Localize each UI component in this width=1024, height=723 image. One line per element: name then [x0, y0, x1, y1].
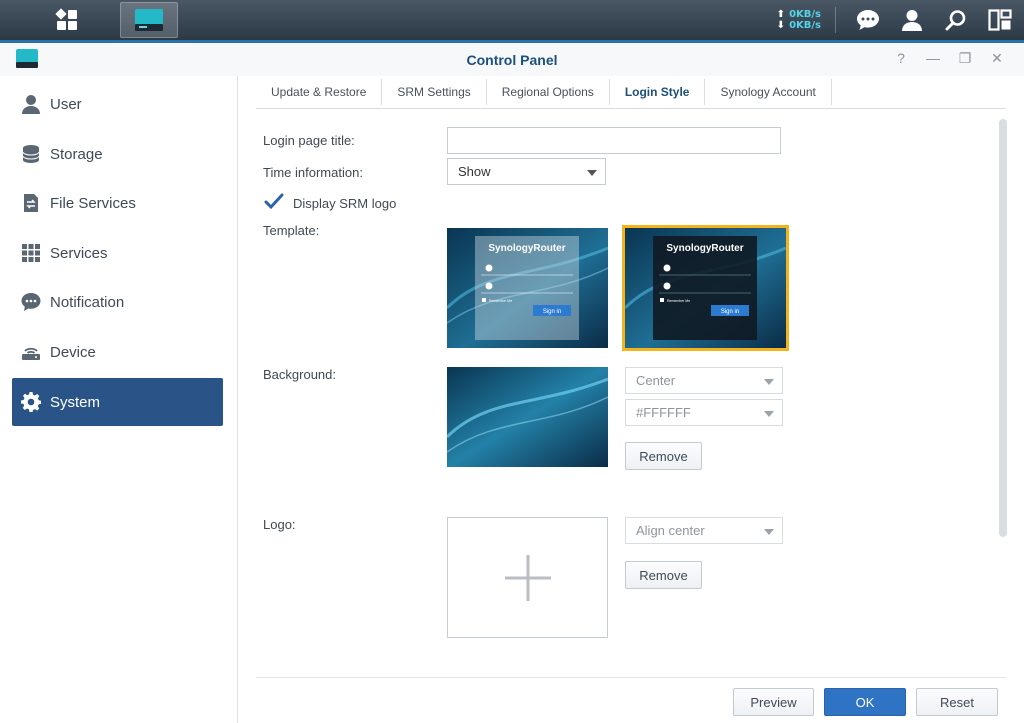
display-logo-checkbox[interactable]	[264, 193, 284, 211]
footer-divider	[256, 677, 1006, 678]
tab-srm-settings[interactable]: SRM Settings	[382, 79, 487, 105]
sidebar-item-services[interactable]: Services	[12, 229, 223, 277]
display-logo-label: Display SRM logo	[293, 196, 397, 211]
sidebar-item-notification[interactable]: Notification	[12, 278, 223, 326]
download-speed: 0KB/s	[789, 20, 821, 31]
template-light[interactable]: SynologyRouter Remember Me Sign in	[447, 228, 608, 348]
router-device-icon	[20, 341, 42, 363]
download-arrow-icon: ⬇	[776, 20, 786, 31]
template-dark[interactable]: SynologyRouter Remember Me Sign in	[622, 225, 789, 351]
sidebar-item-device[interactable]: Device	[12, 328, 223, 376]
chevron-down-icon	[764, 379, 774, 385]
sidebar-item-label: Storage	[50, 145, 103, 163]
main-menu-button[interactable]	[38, 2, 96, 38]
sidebar-item-label: Notification	[50, 293, 125, 311]
template-dark-preview: SynologyRouter Remember Me Sign in	[625, 228, 786, 348]
sidebar-item-label: Services	[50, 244, 108, 262]
user-menu-button[interactable]	[892, 0, 932, 40]
taskbar-control-panel[interactable]	[120, 2, 178, 38]
ok-button[interactable]: OK	[824, 688, 906, 716]
background-color-value: #FFFFFF	[636, 405, 691, 420]
taskbar-divider	[835, 7, 836, 33]
sidebar-item-user[interactable]: User	[12, 80, 223, 128]
file-services-icon	[20, 192, 42, 214]
sidebar-item-label: Device	[50, 343, 96, 361]
logo-remove-button[interactable]: Remove	[625, 561, 702, 589]
template-light-signin: Sign in	[543, 309, 561, 315]
time-info-value: Show	[458, 164, 491, 179]
services-grid-icon	[20, 242, 42, 264]
background-label: Background:	[263, 367, 336, 382]
logo-align-value: Align center	[636, 523, 705, 538]
minimize-icon[interactable]: —	[924, 50, 942, 67]
background-position-select[interactable]: Center	[625, 367, 783, 394]
control-panel-window: Control Panel ? — ❐ ✕ User Storage File …	[0, 40, 1024, 723]
tab-regional-options[interactable]: Regional Options	[487, 79, 610, 105]
template-dark-remember: Remember Me	[667, 299, 690, 303]
main-menu-icon	[55, 8, 77, 30]
chevron-down-icon	[764, 411, 774, 417]
sidebar-item-system[interactable]: System	[12, 378, 223, 426]
sidebar-item-file-services[interactable]: File Services	[12, 179, 223, 227]
tab-update-restore[interactable]: Update & Restore	[256, 79, 383, 105]
chat-icon	[857, 10, 879, 30]
background-thumbnail[interactable]	[447, 367, 608, 467]
login-title-label: Login page title:	[263, 133, 355, 148]
logo-align-select[interactable]: Align center	[625, 517, 783, 544]
background-position-value: Center	[636, 373, 676, 388]
tab-login-style[interactable]: Login Style	[610, 79, 706, 105]
help-icon[interactable]: ?	[892, 50, 910, 67]
sidebar-item-storage[interactable]: Storage	[12, 130, 223, 178]
background-color-select[interactable]: #FFFFFF	[625, 399, 783, 426]
chat-button[interactable]	[848, 0, 888, 40]
storage-icon	[20, 143, 42, 165]
template-light-preview: SynologyRouter Remember Me Sign in	[447, 228, 608, 348]
search-button[interactable]	[936, 0, 976, 40]
search-icon	[945, 10, 966, 31]
template-light-brand: SynologyRouter	[488, 243, 565, 254]
template-dark-brand: SynologyRouter	[666, 243, 743, 254]
tab-bar: Update & Restore SRM Settings Regional O…	[256, 76, 1006, 109]
window-title: Control Panel	[466, 52, 558, 68]
logo-upload-box[interactable]	[447, 517, 608, 638]
close-icon[interactable]: ✕	[988, 50, 1006, 67]
upload-speed: 0KB/s	[789, 9, 821, 20]
preview-button[interactable]: Preview	[733, 688, 814, 716]
login-title-input[interactable]	[447, 127, 781, 154]
window-controls: ? — ❐ ✕	[892, 50, 1006, 67]
gear-icon	[20, 391, 42, 413]
sidebar-item-label: System	[50, 393, 101, 411]
sidebar-item-label: User	[50, 95, 82, 113]
chevron-down-icon	[764, 529, 774, 535]
sidebar: User Storage File Services Services Noti…	[0, 76, 238, 723]
reset-button[interactable]: Reset	[916, 688, 998, 716]
widgets-button[interactable]	[980, 0, 1020, 40]
template-label: Template:	[263, 223, 320, 238]
taskbar: ⬆ 0KB/s ⬇ 0KB/s	[0, 0, 1024, 40]
plus-icon	[504, 554, 551, 601]
background-remove-button[interactable]: Remove	[625, 442, 702, 470]
sidebar-item-label: File Services	[50, 194, 136, 212]
logo-label: Logo:	[263, 517, 296, 532]
control-panel-app-icon	[135, 9, 163, 31]
user-icon	[20, 93, 42, 115]
tab-synology-account[interactable]: Synology Account	[705, 79, 832, 105]
widgets-icon	[988, 9, 1012, 31]
time-info-label: Time information:	[263, 165, 363, 180]
checkmark-icon	[264, 193, 284, 210]
network-speed: ⬆ 0KB/s ⬇ 0KB/s	[777, 9, 821, 31]
window-titlebar[interactable]: Control Panel ? — ❐ ✕	[0, 43, 1024, 76]
template-light-remember: Remember Me	[489, 299, 512, 303]
content-scrollbar[interactable]	[999, 119, 1007, 537]
notification-bubble-icon	[20, 291, 42, 313]
chevron-down-icon	[587, 170, 597, 176]
template-dark-signin: Sign in	[721, 309, 739, 315]
background-preview	[447, 367, 608, 467]
time-info-select[interactable]: Show	[447, 158, 606, 185]
user-icon	[902, 10, 922, 31]
upload-arrow-icon: ⬆	[776, 9, 786, 20]
restore-icon[interactable]: ❐	[956, 50, 974, 67]
